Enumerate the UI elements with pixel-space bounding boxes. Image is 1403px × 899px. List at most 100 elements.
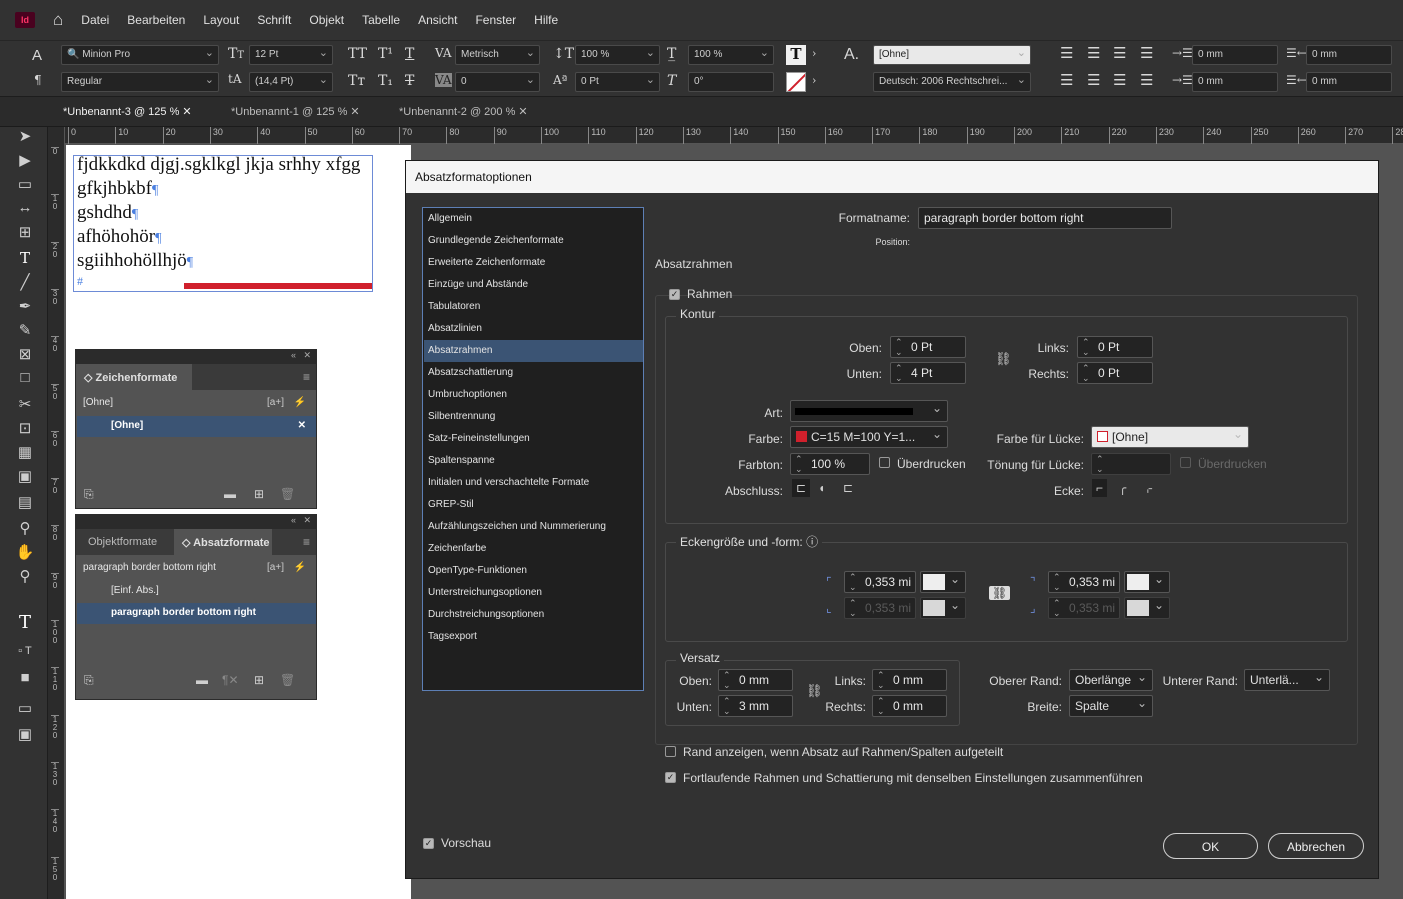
tab-unbenannt-2[interactable]: *Unbenannt-2 @ 200 % ✕ <box>399 105 528 118</box>
category-item[interactable]: Durchstreichungsoptionen <box>424 604 643 626</box>
all-caps-icon[interactable]: TT <box>348 46 367 62</box>
justify-left-icon[interactable]: ☰ <box>1060 71 1073 89</box>
category-item[interactable]: Unterstreichungsoptionen <box>424 582 643 604</box>
menu-fenster[interactable]: Fenster <box>475 13 516 27</box>
align-towards-spine-icon[interactable]: ☰ <box>1140 44 1153 62</box>
superscript-icon[interactable]: T¹ <box>378 46 393 62</box>
home-icon[interactable]: ⌂ <box>53 10 63 30</box>
menu-bearbeiten[interactable]: Bearbeiten <box>127 13 185 27</box>
horizontal-scale-field[interactable]: 100 % <box>688 45 774 65</box>
menu-hilfe[interactable]: Hilfe <box>534 13 558 27</box>
skew-field[interactable]: 0° <box>688 72 774 92</box>
info-icon[interactable]: ⓘ <box>806 535 818 549</box>
stepper-icon[interactable]: ⌃ ⌄ <box>1082 337 1090 357</box>
small-caps-icon[interactable]: Tт <box>348 73 365 89</box>
pen-tool-icon[interactable]: ✒ <box>14 297 36 317</box>
category-item[interactable]: Grundlegende Zeichenformate <box>424 230 643 252</box>
tab-absatzformate[interactable]: ◇ Absatzformate <box>174 529 272 555</box>
zoom-tool-icon[interactable]: ⚲ <box>14 567 36 587</box>
stepper-icon[interactable]: ⌃ ⌄ <box>1096 454 1104 474</box>
eyedropper-tool-icon[interactable]: ⚲ <box>14 519 36 539</box>
chevron-right-icon[interactable]: › <box>812 47 816 60</box>
oberer-rand-select[interactable]: Oberlänge <box>1069 669 1153 691</box>
category-item[interactable]: OpenType-Funktionen <box>424 560 643 582</box>
category-item[interactable]: Tagsexport <box>424 626 643 648</box>
close-icon[interactable]: ✕ <box>182 106 191 118</box>
language-field[interactable]: Deutsch: 2006 Rechtschrei... <box>873 72 1031 92</box>
ueberdrucken-luecke-checkbox[interactable] <box>1180 457 1191 468</box>
close-icon[interactable]: ✕ <box>303 350 311 361</box>
ueberdrucken-checkbox[interactable] <box>879 457 890 468</box>
note-tool-icon[interactable]: ▤ <box>14 493 36 513</box>
screen-mode-icon[interactable]: ▭ <box>14 699 36 719</box>
category-item[interactable]: Umbruchoptionen <box>424 384 643 406</box>
content-collector-icon[interactable]: ⊞ <box>14 223 36 243</box>
category-item[interactable]: Spaltenspanne <box>424 450 643 472</box>
rand-anzeigen-checkbox[interactable] <box>665 746 676 757</box>
collapse-icon[interactable]: « <box>291 350 296 360</box>
stepper-icon[interactable]: ⌃ ⌄ <box>895 337 903 357</box>
trash-icon[interactable]: 🗑 <box>280 487 295 501</box>
gradient-tool-icon[interactable]: ▦ <box>14 443 36 463</box>
apply-container-icon[interactable]: ▫ T <box>14 645 36 665</box>
free-transform-tool-icon[interactable]: ⊡ <box>14 419 36 439</box>
unten-input[interactable]: ⌃ ⌄ 4 Pt <box>890 362 966 384</box>
rectangle-tool-icon[interactable]: □ <box>14 369 36 389</box>
tab-objektformate[interactable]: Objektformate <box>80 529 166 555</box>
page-tool-icon[interactable]: ▭ <box>14 175 36 195</box>
leading-field[interactable]: (14,4 Pt) <box>249 72 333 92</box>
align-right-icon[interactable]: ☰ <box>1113 44 1126 62</box>
farbe-select[interactable]: C=15 M=100 Y=1... <box>790 426 948 448</box>
toenung-input[interactable]: ⌃ ⌄ <box>1091 453 1171 475</box>
line-tool-icon[interactable]: ╱ <box>14 273 36 293</box>
new-style-icon[interactable]: ⊞ <box>254 487 264 501</box>
stepper-icon[interactable]: ⌃ ⌄ <box>895 363 903 383</box>
add-icon[interactable]: [a+] <box>267 562 284 573</box>
menu-objekt[interactable]: Objekt <box>309 13 344 27</box>
paragraph-mode-icon[interactable]: ¶ <box>34 73 42 87</box>
stepper-icon[interactable]: ⌃ ⌄ <box>877 670 885 690</box>
links-input[interactable]: ⌃ ⌄ 0 Pt <box>1077 336 1153 358</box>
list-item[interactable]: [Einf. Abs.] <box>77 581 316 602</box>
v-rechts-input[interactable]: ⌃ ⌄ 0 mm <box>872 695 947 717</box>
menu-tabelle[interactable]: Tabelle <box>362 13 400 27</box>
close-icon[interactable]: ✕ <box>350 106 359 118</box>
stepper-icon[interactable]: ⌃ ⌄ <box>795 454 803 474</box>
subscript-icon[interactable]: T₁ <box>378 73 393 89</box>
oben-input[interactable]: ⌃ ⌄ 0 Pt <box>890 336 966 358</box>
corner-br-input[interactable]: ⌃ ⌄ 0,353 mi <box>1048 597 1120 619</box>
category-item[interactable]: Einzüge und Abstände <box>424 274 643 296</box>
stroke-type-select[interactable] <box>790 400 948 422</box>
category-item[interactable]: Absatzlinien <box>424 318 643 340</box>
clear-overrides-icon[interactable]: ¶✕ <box>222 673 239 687</box>
category-item[interactable]: Initialen und verschachtelte Formate <box>424 472 643 494</box>
font-style-field[interactable]: Regular <box>61 72 219 92</box>
underline-icon[interactable]: T <box>405 46 414 62</box>
tab-unbenannt-1[interactable]: *Unbenannt-1 @ 125 % ✕ <box>231 105 360 118</box>
panel-menu-icon[interactable]: ≡ <box>303 370 310 384</box>
add-icon[interactable]: [a+] <box>267 397 284 408</box>
projecting-cap-icon[interactable]: ⊏ <box>843 481 853 495</box>
gap-tool-icon[interactable]: ↔ <box>14 199 36 219</box>
folder-icon[interactable]: ▬ <box>196 673 208 687</box>
close-icon[interactable]: ✕ <box>518 106 527 118</box>
cancel-button[interactable]: Abbrechen <box>1268 833 1364 859</box>
unterer-rand-select[interactable]: Unterlä... <box>1244 669 1330 691</box>
load-styles-icon[interactable]: ⎘ <box>84 673 94 688</box>
kerning-field[interactable]: Metrisch <box>455 45 540 65</box>
tracking-field[interactable]: 0 <box>455 72 540 92</box>
new-style-icon[interactable]: ⊞ <box>254 673 264 687</box>
farbe-luecke-select[interactable]: [Ohne] <box>1091 426 1249 448</box>
tab-zeichenformate[interactable]: ◇ Zeichenformate <box>76 364 192 390</box>
v-oben-input[interactable]: ⌃ ⌄ 0 mm <box>718 669 793 691</box>
category-item[interactable]: Erweiterte Zeichenformate <box>424 252 643 274</box>
corner-tl-input[interactable]: ⌃ ⌄ 0,353 mi <box>844 571 916 593</box>
lightning-icon[interactable]: ⚡ <box>294 397 306 408</box>
menu-schrift[interactable]: Schrift <box>257 13 291 27</box>
pencil-tool-icon[interactable]: ✎ <box>14 321 36 341</box>
category-item[interactable]: Allgemein <box>424 208 643 230</box>
right-indent-field[interactable]: 0 mm <box>1306 45 1392 65</box>
first-line-indent-field[interactable]: 0 mm <box>1192 72 1278 92</box>
tab-unbenannt-3[interactable]: *Unbenannt-3 @ 125 % ✕ <box>63 105 192 118</box>
justify-right-icon[interactable]: ☰ <box>1113 71 1126 89</box>
